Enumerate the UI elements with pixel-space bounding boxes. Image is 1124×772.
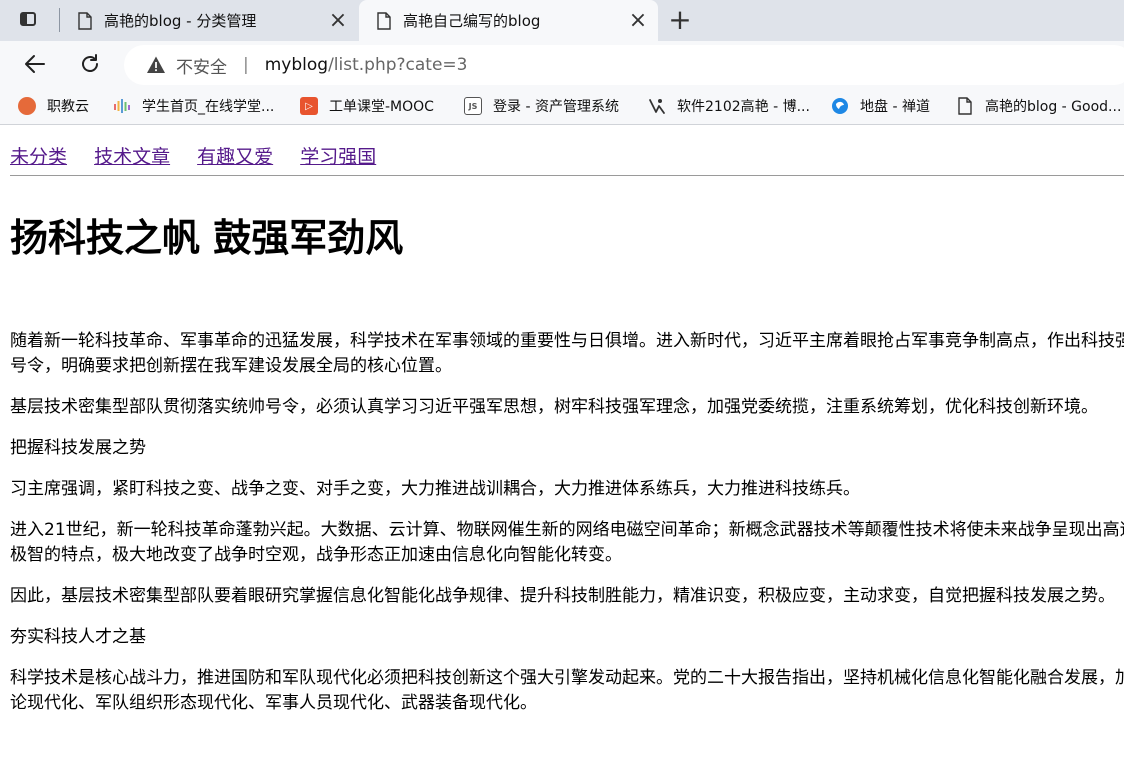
nav-link-study-power[interactable]: 学习强国 [300, 146, 376, 168]
bookmarks-bar: 职教云 学生首页_在线学堂... ▷ 工单课堂-MOOC JS 登录 - 资产管… [0, 87, 1124, 125]
bookmark-zentao[interactable]: 地盘 - 禅道 [831, 96, 930, 116]
bookmark-label: 软件2102高艳 - 博... [677, 99, 810, 115]
bookmark-mooc[interactable]: ▷ 工单课堂-MOOC [300, 96, 434, 116]
bookmark-gaoyan-blog[interactable]: 高艳的blog - Good... [956, 96, 1121, 116]
article-paragraph: 因此，基层技术密集型部队要着眼研究掌握信息化智能化战争规律、提升科技制胜能力，精… [10, 586, 1115, 606]
horizontal-rule [10, 175, 1124, 176]
tab-strip: 高艳的blog - 分类管理 × 高艳自己编写的blog × + [0, 0, 1124, 41]
article-paragraph: 基层技术密集型部队贯彻落实统帅号令，必须认真学习习近平强军思想，树牢科技强军理念… [10, 397, 1098, 417]
close-icon[interactable]: × [328, 9, 348, 31]
page-icon [958, 97, 972, 115]
tab-category-manage[interactable]: 高艳的blog - 分类管理 × [60, 0, 358, 41]
bookmark-cnblogs[interactable]: 软件2102高艳 - 博... [648, 96, 810, 116]
bars-icon [114, 99, 130, 113]
bookmark-label: 职教云 [47, 99, 89, 115]
tab-title: 高艳的blog - 分类管理 [104, 12, 257, 30]
nav-link-uncategorized[interactable]: 未分类 [10, 146, 67, 168]
article-subheading: 夯实科技人才之基 [10, 627, 146, 647]
bookmark-asset-login[interactable]: JS 登录 - 资产管理系统 [464, 96, 619, 116]
back-arrow-icon[interactable] [22, 51, 48, 77]
article-title: 扬科技之帆 鼓强军劲风 [10, 216, 404, 260]
cnblogs-icon [649, 99, 665, 114]
js-icon: JS [464, 97, 482, 115]
warning-triangle-icon[interactable] [146, 55, 166, 75]
bookmark-label: 登录 - 资产管理系统 [493, 99, 619, 115]
bookmark-label: 地盘 - 禅道 [860, 99, 930, 115]
bookmark-label: 工单课堂-MOOC [329, 99, 434, 115]
article-body: 随着新一轮科技革命、军事革命的迅猛发展，科学技术在军事领域的重要性与日俱增。进入… [10, 329, 1124, 732]
bookmark-student-home[interactable]: 学生首页_在线学堂... [113, 96, 274, 116]
article-paragraph: 随着新一轮科技革命、军事革命的迅猛发展，科学技术在军事领域的重要性与日俱增。进入… [10, 331, 1124, 376]
page-icon [377, 11, 391, 30]
reload-icon[interactable] [77, 51, 103, 77]
bookmark-label: 高艳的blog - Good... [985, 99, 1122, 115]
bookmark-zhijiaoyun[interactable]: 职教云 [18, 96, 89, 116]
address-divider: | [243, 55, 249, 75]
article-paragraph: 进入21世纪，新一轮科技革命蓬勃兴起。大数据、云计算、物联网催生新的网络电磁空间… [10, 520, 1124, 565]
close-icon[interactable]: × [628, 9, 648, 31]
url-path: /list.php?cate=3 [328, 55, 468, 75]
page-content: 未分类 技术文章 有趣又爱 学习强国 扬科技之帆 鼓强军劲风 随着新一轮科技革命… [0, 125, 1124, 772]
tab-title: 高艳自己编写的blog [403, 12, 541, 30]
article-paragraph: 科学技术是核心战斗力，推进国防和军队现代化必须把科技创新这个强大引擎发动起来。党… [10, 668, 1124, 713]
tab-blog[interactable]: 高艳自己编写的blog × [359, 0, 658, 41]
zhijiaoyun-icon [18, 97, 36, 115]
address-bar[interactable]: 不安全 | myblog/list.php?cate=3 [124, 45, 1124, 85]
article-subheading: 把握科技发展之势 [10, 438, 146, 458]
navigation-toolbar: 不安全 | myblog/list.php?cate=3 [0, 41, 1124, 87]
mooc-icon: ▷ [300, 97, 318, 115]
nav-link-fun-love[interactable]: 有趣又爱 [197, 146, 273, 168]
bookmark-label: 学生首页_在线学堂... [142, 99, 275, 115]
page-icon [78, 11, 92, 30]
tab-actions-icon[interactable] [18, 9, 42, 31]
nav-link-tech-articles[interactable]: 技术文章 [94, 146, 170, 168]
url-host: myblog [264, 55, 329, 75]
new-tab-plus-icon[interactable]: + [666, 6, 694, 34]
security-status-label[interactable]: 不安全 [176, 53, 227, 78]
article-paragraph: 习主席强调，紧盯科技之变、战争之变、对手之变，大力推进战训耦合，大力推进体系练兵… [10, 479, 860, 499]
category-nav: 未分类 技术文章 有趣又爱 学习强国 [10, 142, 397, 169]
zentao-icon [832, 98, 848, 114]
